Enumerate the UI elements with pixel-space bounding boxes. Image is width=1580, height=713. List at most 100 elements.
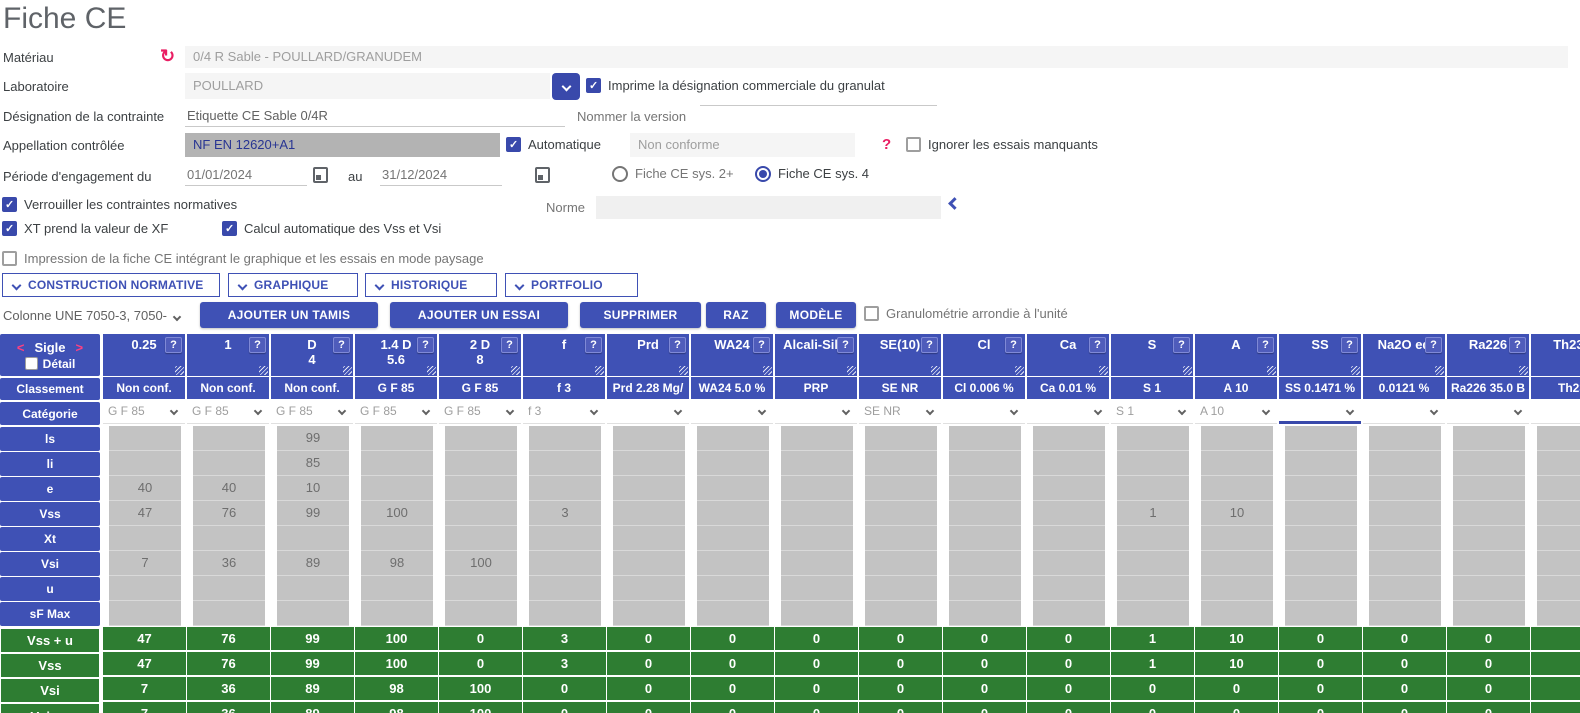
input-cell[interactable] xyxy=(865,501,937,526)
input-cell[interactable] xyxy=(865,601,937,626)
input-cell[interactable] xyxy=(781,501,853,526)
input-cell[interactable] xyxy=(193,576,265,601)
input-cell[interactable] xyxy=(1285,501,1357,526)
column-resize-handle[interactable] xyxy=(595,366,604,375)
input-cell[interactable]: 76 xyxy=(193,501,265,526)
input-cell[interactable] xyxy=(361,476,433,501)
version-field[interactable] xyxy=(700,105,937,106)
column-help-button[interactable]: ? xyxy=(1173,337,1190,353)
input-cell[interactable] xyxy=(1117,476,1189,501)
detail-checkbox[interactable]: Détail xyxy=(25,357,76,371)
input-cell[interactable]: 98 xyxy=(361,551,433,576)
appellation-field[interactable]: NF EN 12620+A1 xyxy=(185,133,500,157)
input-cell[interactable] xyxy=(697,476,769,501)
categorie-select[interactable]: G F 85 xyxy=(187,400,269,424)
input-cell[interactable] xyxy=(109,526,181,551)
input-cell[interactable] xyxy=(1537,426,1580,451)
input-cell[interactable] xyxy=(613,476,685,501)
input-cell[interactable] xyxy=(361,451,433,476)
input-cell[interactable] xyxy=(697,426,769,451)
input-cell[interactable] xyxy=(277,576,349,601)
input-cell[interactable] xyxy=(1201,526,1273,551)
categorie-select[interactable]: G F 85 xyxy=(439,400,521,424)
input-cell[interactable] xyxy=(613,426,685,451)
input-cell[interactable] xyxy=(1033,526,1105,551)
column-help-button[interactable]: ? xyxy=(585,337,602,353)
input-cell[interactable] xyxy=(949,526,1021,551)
input-cell[interactable] xyxy=(1369,426,1441,451)
input-cell[interactable] xyxy=(1369,526,1441,551)
categorie-select[interactable] xyxy=(691,400,773,424)
input-cell[interactable] xyxy=(865,526,937,551)
column-resize-handle[interactable] xyxy=(1183,366,1192,375)
input-cell[interactable] xyxy=(193,526,265,551)
input-cell[interactable] xyxy=(529,476,601,501)
input-cell[interactable] xyxy=(781,576,853,601)
imprime-checkbox[interactable]: Imprime la désignation commerciale du gr… xyxy=(586,78,885,98)
input-cell[interactable] xyxy=(1285,476,1357,501)
input-cell[interactable] xyxy=(1033,576,1105,601)
input-cell[interactable] xyxy=(1201,601,1273,626)
input-cell[interactable] xyxy=(1369,476,1441,501)
column-help-button[interactable]: ? xyxy=(333,337,350,353)
input-cell[interactable] xyxy=(109,426,181,451)
input-cell[interactable] xyxy=(529,451,601,476)
input-cell[interactable] xyxy=(1033,451,1105,476)
column-help-button[interactable]: ? xyxy=(501,337,518,353)
calendar-icon[interactable] xyxy=(535,167,550,183)
input-cell[interactable] xyxy=(865,451,937,476)
automatique-checkbox[interactable]: Automatique xyxy=(506,137,601,157)
column-resize-handle[interactable] xyxy=(175,366,184,375)
column-resize-handle[interactable] xyxy=(1099,366,1108,375)
input-cell[interactable] xyxy=(949,601,1021,626)
input-cell[interactable] xyxy=(781,451,853,476)
laboratoire-dropdown-button[interactable] xyxy=(552,73,580,100)
input-cell[interactable] xyxy=(1033,426,1105,451)
categorie-select[interactable]: S 1 xyxy=(1111,400,1193,424)
input-cell[interactable] xyxy=(1537,526,1580,551)
input-cell[interactable] xyxy=(1369,601,1441,626)
input-cell[interactable] xyxy=(949,476,1021,501)
categorie-select[interactable]: SE NR xyxy=(859,400,941,424)
input-cell[interactable]: 7 xyxy=(109,551,181,576)
input-cell[interactable]: 40 xyxy=(109,476,181,501)
input-cell[interactable] xyxy=(865,476,937,501)
input-cell[interactable] xyxy=(1537,501,1580,526)
conforme-field[interactable]: Non conforme xyxy=(630,133,855,157)
input-cell[interactable] xyxy=(1117,551,1189,576)
input-cell[interactable] xyxy=(1117,526,1189,551)
input-cell[interactable] xyxy=(445,476,517,501)
colonne-select[interactable]: UNE 7050-3, 7050- xyxy=(55,308,180,323)
column-resize-handle[interactable] xyxy=(931,366,940,375)
column-help-button[interactable]: ? xyxy=(837,337,854,353)
input-cell[interactable] xyxy=(1537,551,1580,576)
categorie-select[interactable]: f 3 xyxy=(523,400,605,424)
input-cell[interactable] xyxy=(613,601,685,626)
designation-field[interactable]: Etiquette CE Sable 0/4R xyxy=(185,105,565,127)
ignorer-checkbox[interactable]: Ignorer les essais manquants xyxy=(906,137,1098,157)
input-cell[interactable] xyxy=(1033,601,1105,626)
input-cell[interactable] xyxy=(697,526,769,551)
column-help-button[interactable]: ? xyxy=(1089,337,1106,353)
input-cell[interactable] xyxy=(445,451,517,476)
categorie-select[interactable] xyxy=(1279,400,1361,424)
input-cell[interactable] xyxy=(949,551,1021,576)
input-cell[interactable] xyxy=(1285,526,1357,551)
input-cell[interactable] xyxy=(1453,576,1525,601)
categorie-select[interactable]: G F 85 xyxy=(103,400,185,424)
input-cell[interactable]: 10 xyxy=(277,476,349,501)
column-resize-handle[interactable] xyxy=(847,366,856,375)
input-cell[interactable] xyxy=(1285,601,1357,626)
input-cell[interactable] xyxy=(1033,551,1105,576)
input-cell[interactable] xyxy=(529,426,601,451)
column-help-button[interactable]: ? xyxy=(921,337,938,353)
categorie-select[interactable] xyxy=(1363,400,1445,424)
column-resize-handle[interactable] xyxy=(1267,366,1276,375)
input-cell[interactable] xyxy=(1369,576,1441,601)
input-cell[interactable] xyxy=(445,501,517,526)
column-resize-handle[interactable] xyxy=(427,366,436,375)
column-resize-handle[interactable] xyxy=(1435,366,1444,375)
input-cell[interactable] xyxy=(445,601,517,626)
date-from-field[interactable]: 01/01/2024 xyxy=(185,164,307,186)
input-cell[interactable] xyxy=(361,526,433,551)
